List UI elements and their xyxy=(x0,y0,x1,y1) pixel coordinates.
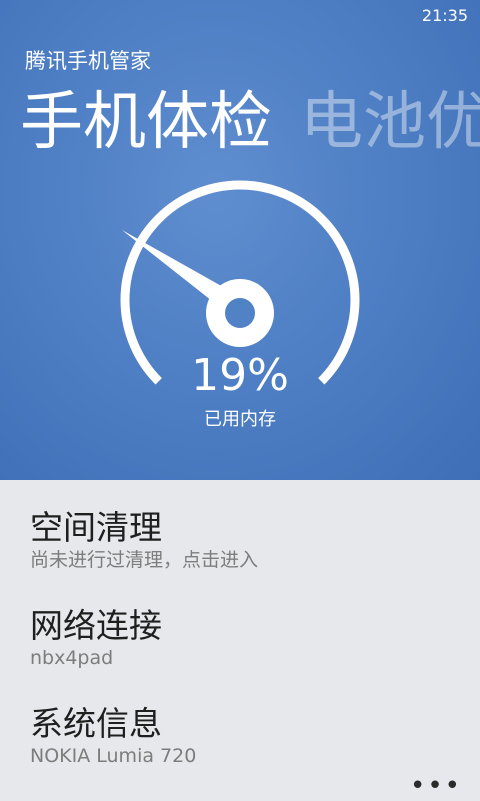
list-item-title: 系统信息 xyxy=(30,704,162,743)
list-item-title: 网络连接 xyxy=(30,606,162,645)
list-item-title: 空间清理 xyxy=(30,508,162,547)
list-item-subtitle: NOKIA Lumia 720 xyxy=(30,745,197,767)
hero-panel: 21:35 腾讯手机管家 手机体检 电池优 19% 已用内存 xyxy=(0,0,480,480)
list-item-subtitle: nbx4pad xyxy=(30,647,114,669)
memory-label: 已用内存 xyxy=(204,409,276,430)
memory-percent: 19% xyxy=(191,350,289,401)
list-item-subtitle: 尚未进行过清理，点击进入 xyxy=(30,549,259,571)
gauge-hub-hole xyxy=(225,298,255,328)
list-item-space-cleanup[interactable]: 空间清理 尚未进行过清理，点击进入 xyxy=(30,508,460,572)
more-icon[interactable]: ••• xyxy=(410,773,462,799)
feature-list: 空间清理 尚未进行过清理，点击进入 网络连接 nbx4pad 系统信息 NOKI… xyxy=(0,480,480,800)
list-item-network[interactable]: 网络连接 nbx4pad xyxy=(30,606,460,670)
list-item-system-info[interactable]: 系统信息 NOKIA Lumia 720 xyxy=(30,704,460,768)
